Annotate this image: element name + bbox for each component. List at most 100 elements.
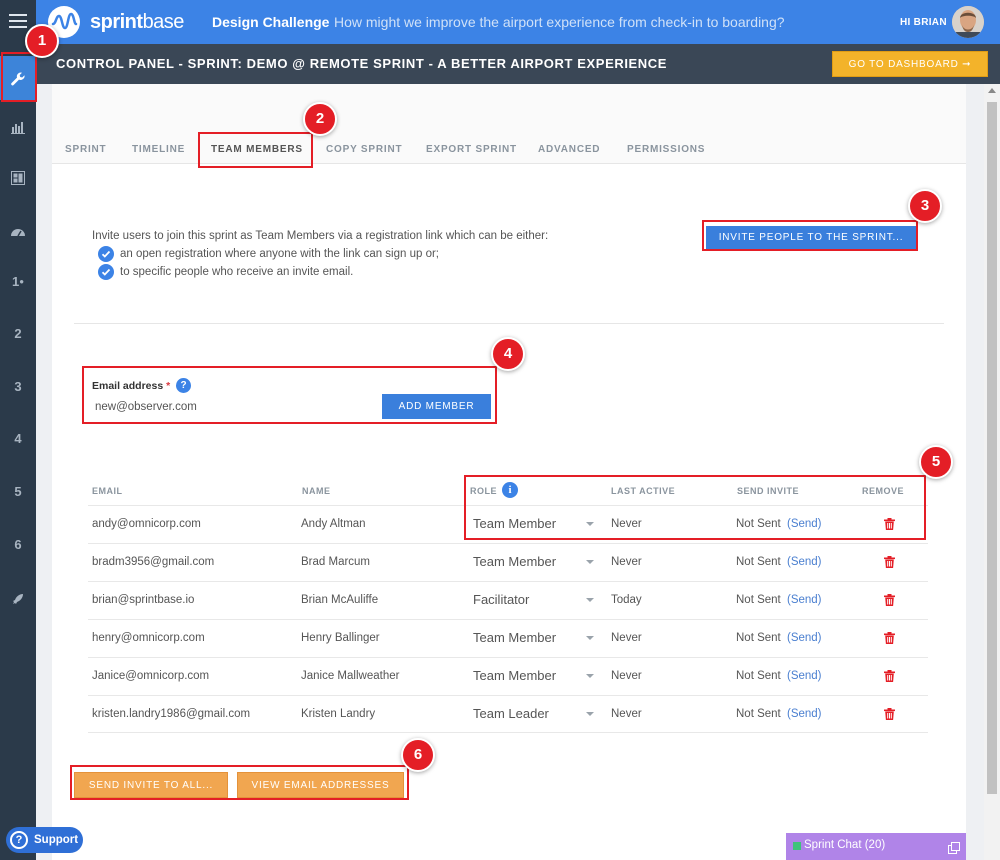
- rail-item-day-2[interactable]: 2: [0, 318, 36, 350]
- member-name: Janice Mallweather: [301, 670, 400, 682]
- annotation-box-6: [70, 765, 409, 800]
- rail-item-day-1-marker: ●: [19, 277, 25, 286]
- member-email: brian@sprintbase.io: [92, 594, 195, 606]
- go-to-dashboard-button[interactable]: GO TO DASHBOARD ➞: [832, 51, 988, 77]
- table-row: Janice@omnicorp.com Janice Mallweather T…: [88, 657, 928, 695]
- user-greeting[interactable]: HI BRIAN: [900, 17, 947, 28]
- rocket-icon: [13, 593, 23, 604]
- tab-bar: SPRINT TIMELINE TEAM MEMBERS COPY SPRINT…: [52, 84, 966, 164]
- send-invite-link[interactable]: (Send): [787, 632, 822, 644]
- last-active: Never: [611, 556, 642, 568]
- trash-icon[interactable]: [884, 708, 895, 723]
- role-select[interactable]: Team Leader: [473, 706, 549, 721]
- logo[interactable]: sprintbase: [48, 6, 184, 38]
- annotation-box-5: [464, 475, 926, 540]
- member-email: kristen.landry1986@gmail.com: [92, 708, 251, 720]
- bar-chart-icon: [11, 121, 25, 134]
- question-icon: ?: [10, 831, 28, 849]
- invite-description: Invite users to join this sprint as Team…: [92, 227, 548, 281]
- member-name: Brad Marcum: [301, 556, 371, 568]
- rail-item-day-4[interactable]: 4: [0, 423, 36, 455]
- main-content: SPRINT TIMELINE TEAM MEMBERS COPY SPRINT…: [52, 84, 966, 860]
- annotation-badge-2: 2: [303, 102, 337, 136]
- page-title: CONTROL PANEL - SPRINT: DEMO @ REMOTE SP…: [56, 56, 668, 71]
- member-email: henry@omnicorp.com: [92, 632, 205, 644]
- tab-copy-sprint[interactable]: COPY SPRINT: [326, 144, 402, 155]
- scroll-up-icon[interactable]: [988, 88, 996, 93]
- check-circle-icon: [98, 245, 114, 262]
- table-row: bradm3956@gmail.com Brad Marcum Team Mem…: [88, 543, 928, 581]
- trash-icon[interactable]: [884, 556, 895, 571]
- role-select[interactable]: Facilitator: [473, 592, 529, 607]
- tab-advanced[interactable]: ADVANCED: [538, 144, 600, 155]
- chevron-down-icon[interactable]: [586, 674, 594, 678]
- tab-sprint[interactable]: SPRINT: [65, 144, 106, 155]
- trash-icon[interactable]: [884, 594, 895, 609]
- rail-item-day-1[interactable]: 1●: [0, 266, 36, 298]
- section-divider: [74, 323, 944, 324]
- sprint-chat-bar[interactable]: Sprint Chat (20): [786, 833, 966, 860]
- page-scrollbar[interactable]: [984, 84, 1000, 860]
- last-active: Today: [611, 594, 642, 606]
- annotation-badge-4: 4: [491, 337, 525, 371]
- chevron-down-icon[interactable]: [586, 598, 594, 602]
- column-header-email: EMAIL: [92, 486, 123, 496]
- online-status-icon: [793, 842, 801, 850]
- role-select[interactable]: Team Member: [473, 668, 556, 683]
- member-email: Janice@omnicorp.com: [92, 670, 210, 682]
- annotation-badge-3: 3: [908, 189, 942, 223]
- invite-status: Not Sent: [736, 670, 781, 682]
- invite-status: Not Sent: [736, 632, 781, 644]
- chevron-down-icon[interactable]: [586, 560, 594, 564]
- send-invite-link[interactable]: (Send): [787, 708, 822, 720]
- rail-item-launch[interactable]: [0, 582, 36, 614]
- member-name: Brian McAuliffe: [301, 594, 379, 606]
- send-invite-link[interactable]: (Send): [787, 594, 822, 606]
- annotation-badge-6: 6: [401, 738, 435, 772]
- board-icon: [11, 170, 25, 185]
- annotation-badge-5: 5: [919, 445, 953, 479]
- tab-timeline[interactable]: TIMELINE: [132, 144, 185, 155]
- table-row: brian@sprintbase.io Brian McAuliffe Faci…: [88, 581, 928, 619]
- role-select[interactable]: Team Member: [473, 554, 556, 569]
- column-header-name: NAME: [302, 486, 331, 496]
- annotation-badge-1: 1: [25, 24, 59, 58]
- invite-status: Not Sent: [736, 594, 781, 606]
- member-name: Andy Altman: [301, 518, 366, 530]
- check-circle-icon: [98, 263, 114, 280]
- top-bar: sprintbase Design Challenge How might we…: [36, 0, 1000, 44]
- annotation-box-1: [1, 52, 37, 102]
- trash-icon[interactable]: [884, 670, 895, 685]
- invite-status: Not Sent: [736, 708, 781, 720]
- last-active: Never: [611, 632, 642, 644]
- scrollbar-thumb[interactable]: [987, 102, 997, 794]
- trash-icon[interactable]: [884, 632, 895, 647]
- chevron-down-icon[interactable]: [586, 712, 594, 716]
- member-email: andy@omnicorp.com: [92, 518, 201, 530]
- rail-item-day-6[interactable]: 6: [0, 529, 36, 561]
- send-invite-link[interactable]: (Send): [787, 556, 822, 568]
- annotation-box-3: [702, 220, 918, 251]
- control-panel-header: CONTROL PANEL - SPRINT: DEMO @ REMOTE SP…: [36, 44, 1000, 84]
- last-active: Never: [611, 670, 642, 682]
- logo-text: sprintbase: [90, 10, 184, 33]
- rail-item-day-5[interactable]: 5: [0, 476, 36, 508]
- tab-export-sprint[interactable]: EXPORT SPRINT: [426, 144, 517, 155]
- avatar[interactable]: [952, 6, 984, 38]
- rail-item-analytics[interactable]: [0, 110, 36, 142]
- member-email: bradm3956@gmail.com: [92, 556, 215, 568]
- menu-icon[interactable]: [9, 14, 27, 28]
- support-button[interactable]: ? Support: [6, 827, 83, 853]
- invite-status: Not Sent: [736, 556, 781, 568]
- chevron-down-icon[interactable]: [586, 636, 594, 640]
- rail-item-day-3[interactable]: 3: [0, 371, 36, 403]
- tab-permissions[interactable]: PERMISSIONS: [627, 144, 705, 155]
- left-rail: 1● 2 3 4 5 6: [0, 0, 36, 860]
- invite-option-open: an open registration where anyone with t…: [92, 245, 548, 263]
- role-select[interactable]: Team Member: [473, 630, 556, 645]
- rail-item-dashboard[interactable]: [0, 214, 36, 246]
- table-row: henry@omnicorp.com Henry Ballinger Team …: [88, 619, 928, 657]
- send-invite-link[interactable]: (Send): [787, 670, 822, 682]
- popout-icon[interactable]: [948, 839, 960, 860]
- rail-item-board[interactable]: [0, 161, 36, 193]
